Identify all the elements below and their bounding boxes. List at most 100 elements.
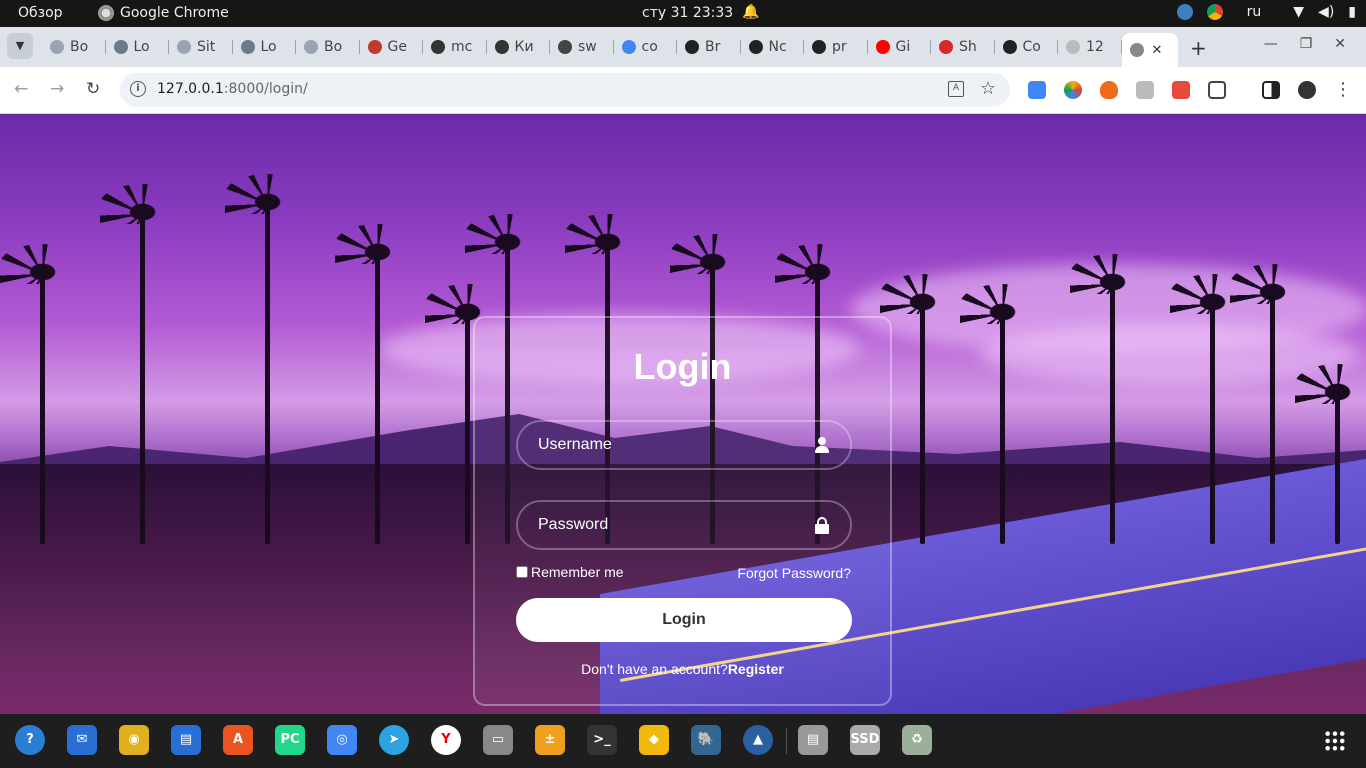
- remember-me-checkbox[interactable]: [516, 566, 528, 578]
- active-browser-tab[interactable]: ✕: [1121, 33, 1178, 67]
- bookmark-star-icon[interactable]: ☆: [980, 78, 996, 99]
- browser-tab[interactable]: sw: [550, 33, 614, 61]
- password-field[interactable]: [516, 500, 852, 550]
- url-text[interactable]: 127.0.0.1:8000/login/: [157, 81, 308, 97]
- close-tab-icon[interactable]: ✕: [1152, 43, 1163, 58]
- palm-tree: [335, 224, 420, 544]
- register-link[interactable]: Register: [728, 661, 784, 677]
- help-icon[interactable]: ?: [15, 725, 45, 755]
- mountain-app-icon[interactable]: ▲: [743, 725, 773, 755]
- browser-tab[interactable]: Sit: [169, 33, 233, 61]
- minimize-icon[interactable]: —: [1264, 36, 1278, 52]
- browser-tab[interactable]: Br: [677, 33, 741, 61]
- register-prompt-text: Don't have an account?: [581, 661, 728, 677]
- login-button[interactable]: Login: [516, 598, 852, 642]
- github-icon: [1002, 40, 1017, 54]
- browser-tab[interactable]: Bo: [42, 33, 106, 61]
- reload-icon[interactable]: ↻: [86, 79, 100, 99]
- clock[interactable]: сту 31 23:33: [642, 5, 733, 21]
- drive-icon[interactable]: ▤: [798, 725, 828, 755]
- browser-tab[interactable]: Sh: [931, 33, 995, 61]
- system-top-bar: Обзор Google Chrome сту 31 23:33 🔔 ru ▼ …: [0, 0, 1366, 27]
- colorful-extension-icon[interactable]: [1064, 81, 1082, 99]
- lock-icon: [814, 517, 830, 535]
- yandex-icon[interactable]: Y: [431, 725, 461, 755]
- wifi-icon[interactable]: ▼: [1293, 4, 1304, 20]
- thunderbird-icon[interactable]: ✉: [67, 725, 97, 755]
- remember-me[interactable]: Remember me: [516, 564, 624, 580]
- back-icon[interactable]: ←: [14, 79, 28, 99]
- palm-tree: [225, 174, 310, 544]
- chrome-tray-icon[interactable]: [1206, 4, 1223, 20]
- browser-tab[interactable]: 12: [1058, 33, 1122, 61]
- writer-icon[interactable]: ▤: [171, 725, 201, 755]
- terminal-icon[interactable]: >_: [587, 725, 617, 755]
- activities-button[interactable]: Обзор: [18, 5, 63, 21]
- update-icon[interactable]: [1176, 4, 1193, 20]
- chatgpt-icon: [431, 40, 445, 54]
- rhythmbox-icon[interactable]: ◉: [119, 725, 149, 755]
- address-bar[interactable]: i 127.0.0.1:8000/login/ A ☆: [120, 73, 1010, 107]
- loading-icon: [50, 40, 64, 54]
- keyboard-layout[interactable]: ru: [1247, 4, 1262, 20]
- app-center-icon[interactable]: A: [223, 725, 253, 755]
- browser-tab[interactable]: Co: [995, 33, 1059, 61]
- system-tray[interactable]: ru ▼ ◀) ▮: [1176, 4, 1356, 20]
- image-extension-icon[interactable]: [1136, 81, 1154, 99]
- chrome-menu-icon[interactable]: ⋮: [1334, 79, 1352, 100]
- new-tab-button[interactable]: +: [1190, 36, 1207, 60]
- forward-icon[interactable]: →: [50, 79, 64, 99]
- fire-extension-icon[interactable]: [1100, 81, 1118, 99]
- tab-title: co: [641, 39, 658, 55]
- telegram-icon[interactable]: ➤: [379, 725, 409, 755]
- close-window-icon[interactable]: ✕: [1334, 36, 1346, 52]
- browser-tab[interactable]: Ge: [360, 33, 424, 61]
- translate-icon[interactable]: A: [948, 81, 964, 97]
- loading-icon: [177, 40, 191, 54]
- calculator-icon[interactable]: ±: [535, 725, 565, 755]
- binance-icon[interactable]: ◆: [639, 725, 669, 755]
- maximize-icon[interactable]: ❐: [1300, 36, 1313, 52]
- openai-icon: [367, 40, 382, 54]
- postgres-icon[interactable]: 🐘: [691, 725, 721, 755]
- chrome-icon[interactable]: ◎: [327, 725, 357, 755]
- tab-search-button[interactable]: ▼: [7, 33, 33, 59]
- browser-toolbar: ← → ↻ i 127.0.0.1:8000/login/ A ☆ ⋮: [0, 67, 1366, 114]
- browser-tab[interactable]: co: [614, 33, 678, 61]
- username-input[interactable]: [518, 422, 850, 468]
- extensions-puzzle-icon[interactable]: [1208, 81, 1226, 99]
- trash-icon[interactable]: ♻: [902, 725, 932, 755]
- django-icon: [113, 40, 128, 54]
- browser-tab[interactable]: Ки: [487, 33, 551, 61]
- active-app-name: Google Chrome: [120, 5, 229, 21]
- forgot-password-link[interactable]: Forgot Password?: [737, 565, 851, 581]
- tab-title: Bo: [70, 39, 89, 55]
- browser-tab[interactable]: Lo: [106, 33, 170, 61]
- pycharm-icon[interactable]: PC: [275, 725, 305, 755]
- tab-title: Ge: [387, 39, 407, 55]
- password-input[interactable]: [518, 502, 850, 548]
- side-panel-icon[interactable]: [1262, 81, 1280, 99]
- browser-tab[interactable]: Gi: [868, 33, 932, 61]
- battery-icon[interactable]: ▮: [1348, 4, 1356, 20]
- browser-tab[interactable]: mc: [423, 33, 487, 61]
- username-field[interactable]: [516, 420, 852, 470]
- browser-tab[interactable]: Bo: [296, 33, 360, 61]
- files-icon[interactable]: ▭: [483, 725, 513, 755]
- tab-title: Bo: [324, 39, 343, 55]
- profile-avatar[interactable]: [1298, 81, 1316, 99]
- notification-bell-icon[interactable]: 🔔: [742, 4, 759, 20]
- browser-tab[interactable]: Nc: [741, 33, 805, 61]
- tab-title: Lo: [133, 39, 150, 55]
- site-info-icon[interactable]: i: [130, 81, 146, 97]
- volume-icon[interactable]: ◀): [1318, 4, 1334, 20]
- active-app-menu[interactable]: Google Chrome: [98, 5, 229, 21]
- opera-icon: [939, 40, 953, 54]
- browser-tab[interactable]: pr: [804, 33, 868, 61]
- show-applications-icon[interactable]: [1324, 730, 1346, 752]
- google-translate-extension-icon[interactable]: [1028, 81, 1046, 99]
- browser-tab[interactable]: Lo: [233, 33, 297, 61]
- chatgpt-icon: [494, 40, 509, 54]
- ssd-icon[interactable]: SSD: [850, 725, 880, 755]
- record-extension-icon[interactable]: [1172, 81, 1190, 99]
